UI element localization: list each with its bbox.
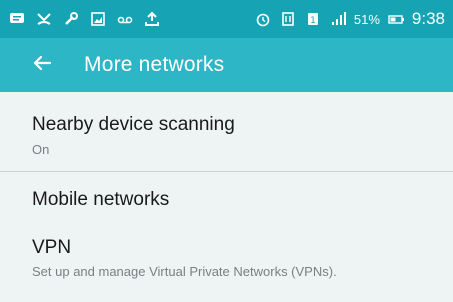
arrow-left-icon — [31, 52, 53, 79]
divider — [0, 171, 453, 172]
missed-call-icon — [35, 10, 53, 28]
settings-list: Nearby device scanning On Mobile network… — [0, 92, 453, 302]
signal-icon — [329, 10, 347, 28]
message-icon — [8, 10, 26, 28]
setting-title: Mobile networks — [32, 189, 170, 210]
app-bar: More networks — [0, 38, 453, 92]
battery-icon — [387, 10, 405, 28]
back-button[interactable] — [22, 45, 62, 85]
wrench-icon — [62, 10, 80, 28]
status-bar: 1 51% 9:38 — [0, 0, 453, 38]
setting-title: VPN — [32, 237, 72, 258]
setting-subtitle: On — [32, 142, 50, 157]
system-icons: 1 51% 9:38 — [254, 9, 453, 29]
alarm-icon — [254, 10, 272, 28]
sim-icon: 1 — [304, 10, 322, 28]
nfc-icon — [279, 10, 297, 28]
page-title: More networks — [84, 53, 225, 76]
upload-icon — [143, 10, 161, 28]
photo-icon — [89, 10, 107, 28]
voicemail-icon — [116, 10, 134, 28]
battery-percent: 51% — [353, 11, 380, 27]
setting-subtitle: Set up and manage Virtual Private Networ… — [32, 264, 337, 279]
setting-vpn[interactable]: VPN Set up and manage Virtual Private Ne… — [0, 237, 453, 280]
status-clock: 9:38 — [411, 9, 445, 28]
svg-text:1: 1 — [310, 16, 316, 26]
setting-title: Nearby device scanning — [32, 114, 235, 135]
setting-nearby-device-scanning[interactable]: Nearby device scanning On — [0, 114, 453, 158]
notification-icons — [0, 10, 161, 28]
setting-mobile-networks[interactable]: Mobile networks — [0, 189, 453, 211]
